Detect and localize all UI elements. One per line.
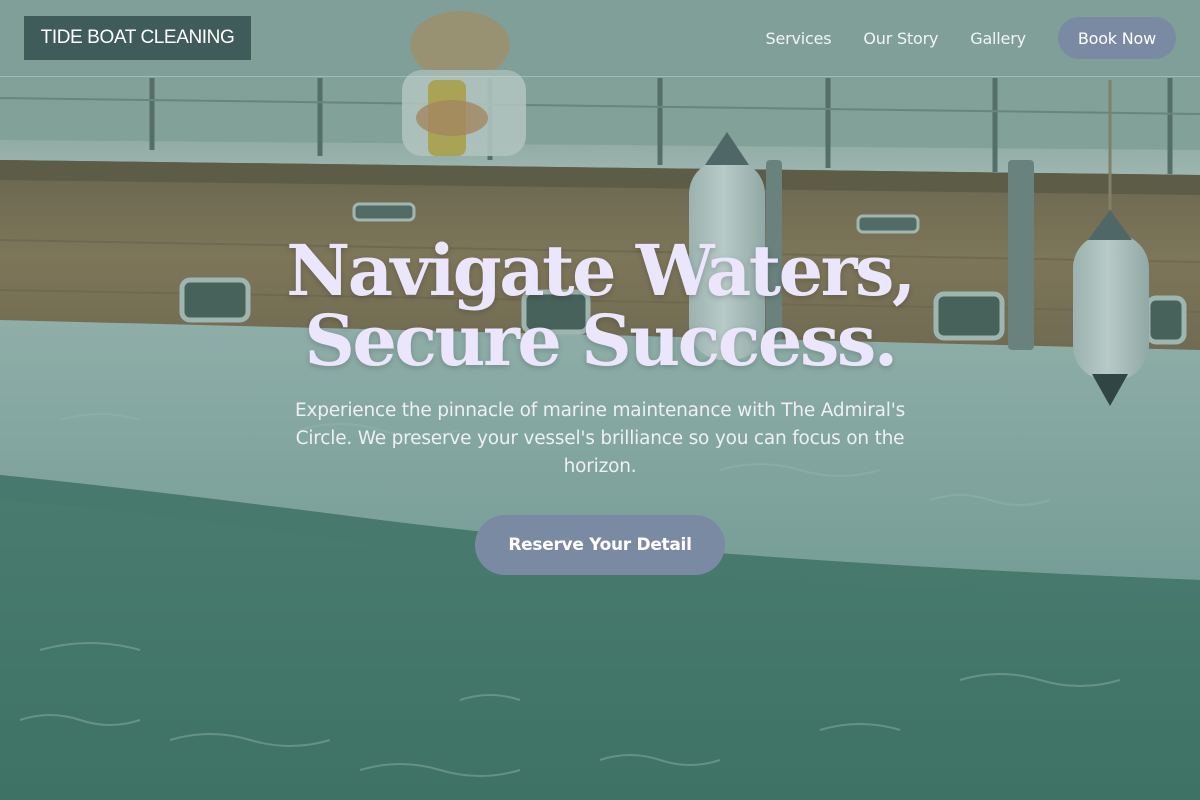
reserve-detail-button[interactable]: Reserve Your Detail bbox=[475, 515, 725, 575]
hero-headline-line2: Secure Success. bbox=[304, 299, 898, 382]
book-now-button[interactable]: Book Now bbox=[1057, 17, 1176, 59]
brand-logo[interactable]: TIDE BOAT CLEANING bbox=[24, 16, 251, 60]
hero-headline-line1: Navigate Waters, bbox=[286, 229, 916, 312]
hero-subtext: Experience the pinnacle of marine mainte… bbox=[294, 400, 906, 477]
hero-section: TIDE BOAT CLEANING Services Our Story Ga… bbox=[0, 0, 1200, 800]
hero-content: Navigate Waters, Secure Success. Experie… bbox=[0, 236, 1200, 575]
nav-links: Services Our Story Gallery Book Now bbox=[766, 17, 1176, 59]
top-navigation: TIDE BOAT CLEANING Services Our Story Ga… bbox=[0, 0, 1200, 77]
nav-link-services[interactable]: Services bbox=[766, 29, 832, 48]
hero-headline: Navigate Waters, Secure Success. bbox=[0, 236, 1200, 376]
nav-link-our-story[interactable]: Our Story bbox=[863, 29, 938, 48]
nav-link-gallery[interactable]: Gallery bbox=[970, 29, 1026, 48]
